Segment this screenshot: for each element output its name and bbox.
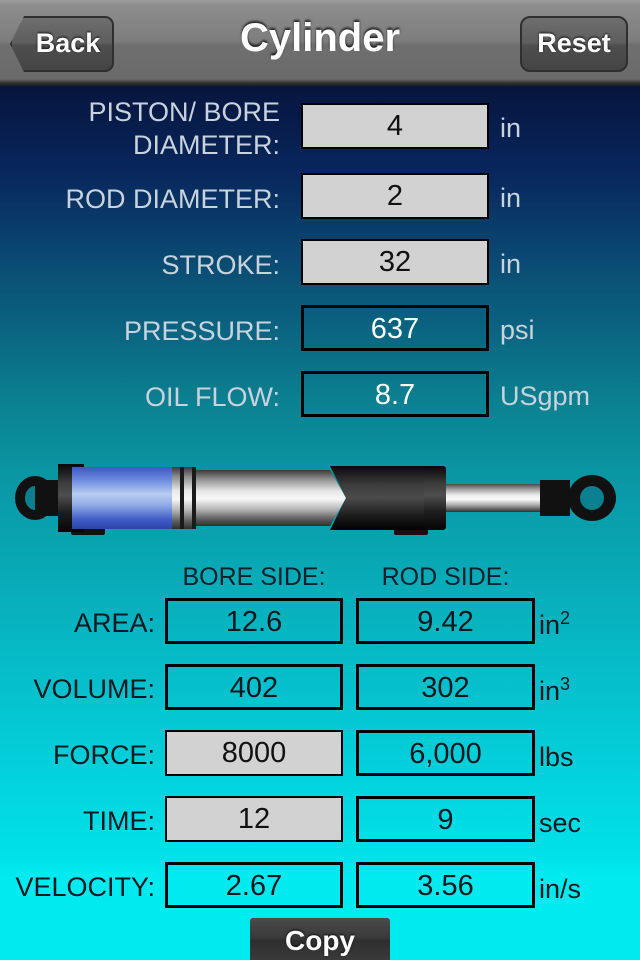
input-piston-bore-diameter[interactable]: 4 [301, 103, 489, 149]
input-rod-diameter[interactable]: 2 [301, 173, 489, 219]
result-velocity-bore[interactable]: 2.67 [165, 862, 343, 908]
label-pressure: PRESSURE: [123, 316, 280, 346]
result-force-bore[interactable]: 8000 [165, 730, 343, 776]
hydraulic-cylinder-diagram [15, 464, 616, 535]
label-volume: VOLUME: [33, 674, 155, 704]
unit-area: in2 [539, 608, 571, 640]
piston-rod [446, 484, 554, 512]
cylinder-barrel-blue [72, 467, 172, 529]
unit-force: lbs [539, 742, 574, 772]
label-rod-diameter: ROD DIAMETER: [65, 184, 280, 214]
result-volume-bore[interactable]: 402 [165, 664, 343, 710]
input-oil-flow[interactable]: 8.7 [301, 371, 489, 417]
label-oil-flow: OIL FLOW: [144, 382, 280, 412]
unit-stroke: in [500, 249, 522, 279]
unit-piston-bore-diameter: in [500, 113, 522, 143]
unit-rod-diameter: in [500, 183, 522, 213]
label-velocity: VELOCITY: [15, 872, 155, 902]
cylinder-body-dark [330, 466, 440, 530]
input-pressure[interactable]: 637 [301, 305, 489, 351]
label-area: AREA: [73, 608, 155, 638]
result-force-rod[interactable]: 6,000 [356, 730, 535, 776]
unit-pressure: psi [500, 315, 535, 345]
label-force: FORCE: [52, 740, 155, 770]
label-time: TIME: [83, 806, 155, 836]
unit-oil-flow: USgpm [500, 381, 591, 411]
result-time-rod[interactable]: 9 [356, 796, 535, 842]
column-header-bore-side: BORE SIDE: [182, 563, 326, 591]
result-velocity-rod[interactable]: 3.56 [356, 862, 535, 908]
reset-button-label: Reset [537, 28, 611, 58]
front-clevis [540, 475, 616, 521]
result-time-bore[interactable]: 12 [165, 796, 343, 842]
navigation-bar: Back Cylinder Reset [0, 0, 640, 86]
result-area-rod[interactable]: 9.42 [356, 598, 535, 644]
label-piston-bore-diameter: PISTON/ BORE DIAMETER: [88, 97, 280, 160]
copy-button-label: Copy [285, 925, 355, 956]
unit-volume: in3 [539, 674, 571, 706]
result-volume-rod[interactable]: 302 [356, 664, 535, 710]
column-header-rod-side: ROD SIDE: [381, 563, 510, 591]
unit-time: sec [539, 808, 582, 838]
input-stroke[interactable]: 32 [301, 239, 489, 285]
app-screen: Back Cylinder Reset PISTON/ BORE DIAMETE… [0, 0, 640, 960]
unit-velocity: in/s [539, 874, 582, 904]
label-stroke: STROKE: [161, 250, 280, 280]
cylinder-chrome-section [196, 470, 346, 526]
result-area-bore[interactable]: 12.6 [165, 598, 343, 644]
